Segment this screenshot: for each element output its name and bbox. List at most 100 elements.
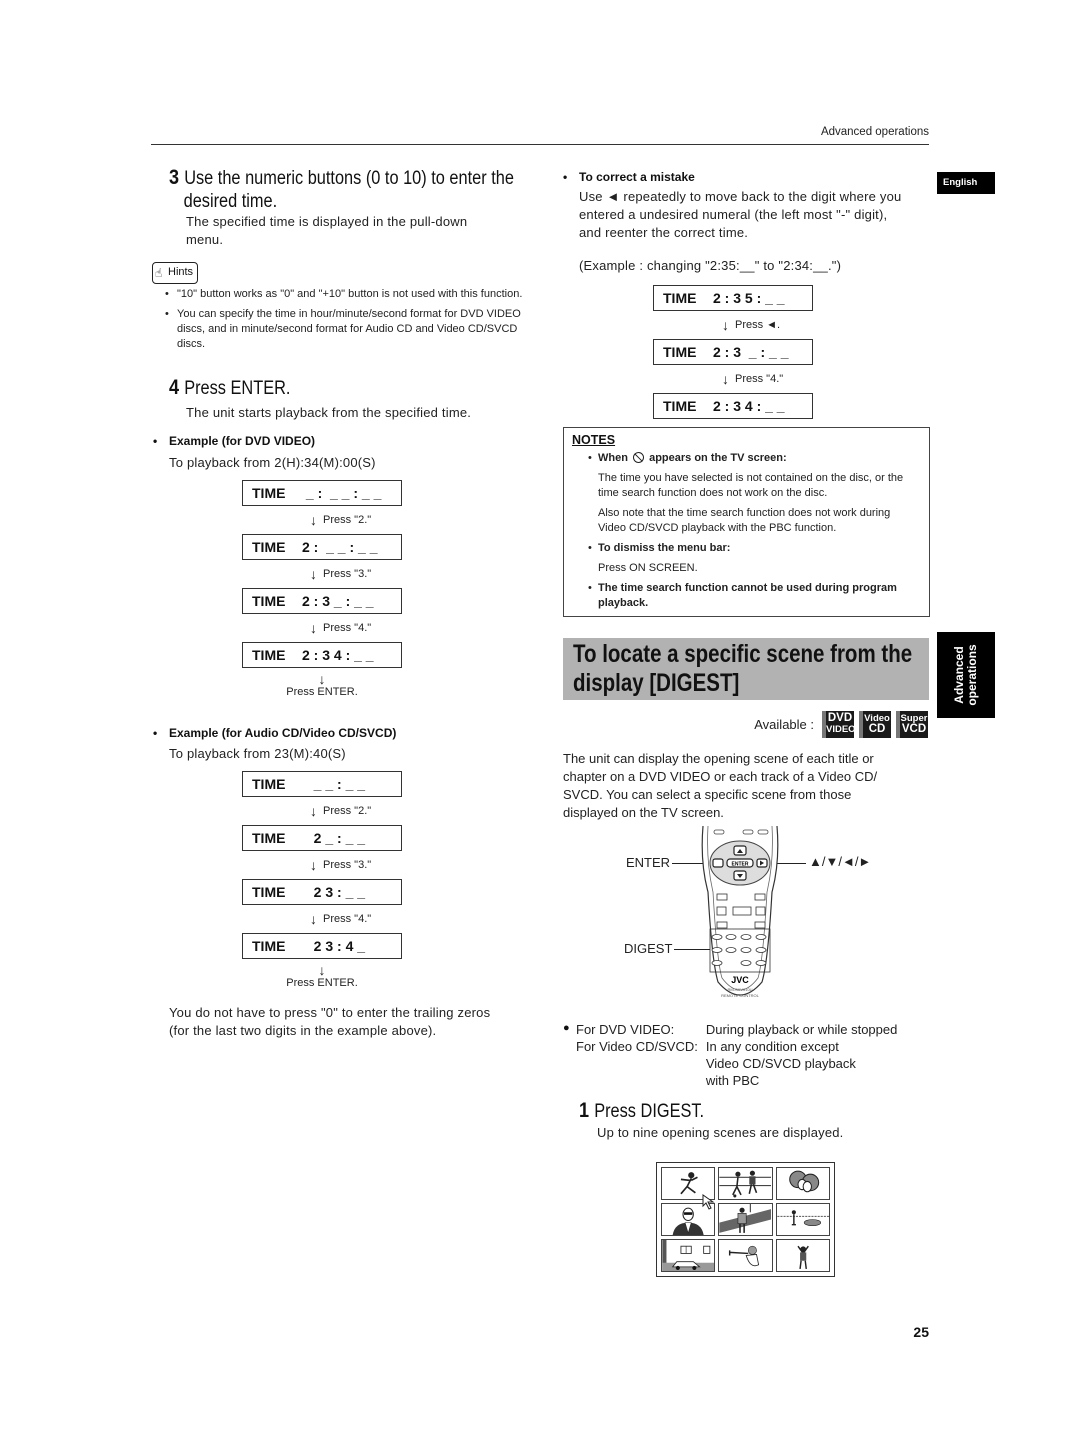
step4-description: The unit starts playback from the specif… — [186, 405, 472, 420]
note-heading: When appears on the TV screen: — [598, 451, 921, 466]
time-value: _ _ : _ _ — [302, 776, 366, 792]
intro-line: SVCD. You can select a specific scene fr… — [563, 787, 852, 802]
step1-heading: 1 Press DIGEST. — [579, 1099, 704, 1123]
hand-icon: ☝ — [155, 266, 163, 280]
time-display-box: TIME 2 : 3 _ : _ _ — [242, 588, 402, 614]
beach-scene-icon — [776, 1210, 829, 1227]
down-arrow-icon: ↓ — [310, 512, 317, 528]
example-dvd-subtitle: To playback from 2(H):34(M):00(S) — [169, 455, 376, 470]
time-value: _ : _ _ : _ _ — [302, 485, 382, 501]
time-label: TIME — [252, 884, 286, 900]
badge-bottom: VIDEO — [826, 724, 856, 735]
note-item: To dismiss the menu bar: Press ON SCREEN… — [572, 541, 921, 576]
condition-key: For Video CD/SVCD: — [576, 1039, 698, 1054]
press-enter-label: Press ENTER. — [286, 686, 358, 698]
press-instruction: ↓ Press "4." — [722, 369, 783, 387]
condition-key: For DVD VIDEO: — [576, 1022, 675, 1037]
header-rule — [151, 144, 929, 145]
man-on-street-icon — [719, 1204, 772, 1233]
page-number: 25 — [913, 1324, 929, 1340]
time-display-box: TIME 2 3 : 4 _ — [242, 933, 402, 959]
video-cd-badge-icon: Video CD — [859, 711, 891, 738]
note-item: When appears on the TV screen: The time … — [572, 451, 921, 536]
time-label: TIME — [252, 539, 286, 555]
note-heading: To dismiss the menu bar: — [598, 542, 731, 554]
scene-thumbnail-man-on-street[interactable] — [718, 1203, 773, 1236]
scene-thumbnail-trumpet-player[interactable] — [718, 1239, 773, 1272]
correct-mistake-example: (Example : changing "2:35:__" to "2:34:_… — [579, 258, 842, 273]
couple-kissing-icon — [788, 1170, 819, 1193]
remote-enter-text: ENTER — [732, 862, 749, 868]
language-tab: English — [937, 172, 995, 194]
step4-heading: 4 Press ENTER. — [169, 376, 290, 400]
down-arrow-icon: ↓ — [318, 962, 326, 978]
time-display-box: TIME _ _ : _ _ — [242, 771, 402, 797]
super-vcd-badge-icon: Super VCD — [896, 711, 928, 738]
running-head: Advanced operations — [820, 126, 929, 138]
press-label: Press "3." — [323, 568, 372, 580]
intro-line: The unit can display the opening scene o… — [563, 751, 874, 766]
remote-brand: JVC — [731, 975, 749, 985]
body-line: and reenter the correct time. — [579, 225, 749, 240]
time-label: TIME — [252, 830, 286, 846]
digest-screen — [656, 1162, 835, 1277]
press-enter-instruction: ↓ Press ENTER. — [242, 672, 402, 698]
press-label: Press ◄. — [735, 319, 781, 331]
remote-control-icon: ENTER JVC RM-SXV010U REMOTE CONTROL — [701, 825, 779, 998]
down-arrow-icon: ↓ — [310, 620, 317, 636]
scene-thumbnail-soccer-players[interactable] — [718, 1167, 773, 1200]
note-paragraph: Also note that the time search function … — [598, 507, 891, 534]
press-instruction: ↓ Press "4." — [310, 618, 371, 636]
prohibit-icon — [633, 452, 645, 463]
time-value: 2 : 3 4 : _ _ — [713, 398, 785, 414]
time-display-box: TIME 2 : 3 4 : _ _ — [242, 642, 402, 668]
time-display-box: TIME 2 : 3 4 : _ _ — [653, 393, 813, 419]
press-label: Press "2." — [323, 805, 372, 817]
time-display-box: TIME 2 _ : _ _ — [242, 825, 402, 851]
time-label: TIME — [663, 398, 697, 414]
note-heading-pre: When — [598, 452, 628, 464]
step-number: 3 — [169, 166, 180, 189]
down-arrow-icon: ↓ — [722, 371, 729, 387]
note-heading-post: appears on the TV screen: — [649, 452, 787, 464]
condition-value: In any condition except — [705, 1039, 839, 1054]
condition-key — [576, 1072, 706, 1089]
time-value: 2 : 3 5 : _ _ — [713, 290, 785, 306]
hints-label: Hints — [168, 266, 194, 278]
notes-list: When appears on the TV screen: The time … — [572, 451, 921, 611]
step3-description: The specified time is displayed in the p… — [186, 213, 467, 249]
scene-thumbnail-person-waving[interactable] — [775, 1239, 830, 1272]
time-value: 2 3 : _ _ — [302, 884, 366, 900]
example-cd-heading: Example (for Audio CD/Video CD/SVCD) — [153, 726, 396, 740]
section-tab-line1: Advanced — [952, 646, 966, 704]
press-instruction: ↓ Press "4." — [310, 909, 371, 927]
body-line: Use ◄ repeatedly to move back to the dig… — [579, 189, 902, 204]
hint-item: You can specify the time in hour/minute/… — [163, 307, 523, 352]
scene-thumbnail-couple-kissing[interactable] — [775, 1167, 830, 1200]
time-label: TIME — [252, 647, 286, 663]
condition-row: For DVD VIDEO: During playback or while s… — [576, 1021, 897, 1038]
note-paragraph: Press ON SCREEN. — [598, 562, 698, 574]
person-waving-icon — [797, 1245, 809, 1270]
body-line: entered a undesired numeral (the left mo… — [579, 207, 888, 222]
intro-line: displayed on the TV screen. — [563, 805, 724, 820]
down-arrow-icon: ↓ — [310, 803, 317, 819]
scene-thumbnail-beach-scene[interactable] — [775, 1203, 830, 1236]
cursor-arrow-icon — [702, 1194, 715, 1210]
step1-title: Press DIGEST. — [594, 1101, 705, 1122]
down-arrow-icon: ↓ — [310, 566, 317, 582]
available-discs: Available : DVD VIDEO Video CD Super VCD — [754, 711, 928, 738]
scene-thumbnail-building-with-car[interactable] — [661, 1239, 716, 1272]
press-instruction: ↓ Press ◄. — [722, 315, 781, 333]
condition-value: Video CD/SVCD playback — [705, 1056, 856, 1071]
correct-mistake-body: Use ◄ repeatedly to move back to the dig… — [579, 188, 901, 242]
intro-line: chapter on a DVD VIDEO or each track of … — [563, 769, 878, 784]
press-enter-instruction: ↓ Press ENTER. — [242, 963, 402, 989]
remote-illustration: ENTER ▲/▼/◄/► DIGEST ENTER JVC RM-SXV010… — [600, 822, 880, 1012]
time-value: 2 _ : _ _ — [302, 830, 366, 846]
badge-bottom: VCD — [901, 723, 927, 735]
press-enter-label: Press ENTER. — [286, 977, 358, 989]
section-heading: To locate a specific scene from the disp… — [563, 638, 929, 700]
notes-box: NOTES When appears on the TV screen: The… — [563, 427, 930, 617]
time-label: TIME — [252, 593, 286, 609]
